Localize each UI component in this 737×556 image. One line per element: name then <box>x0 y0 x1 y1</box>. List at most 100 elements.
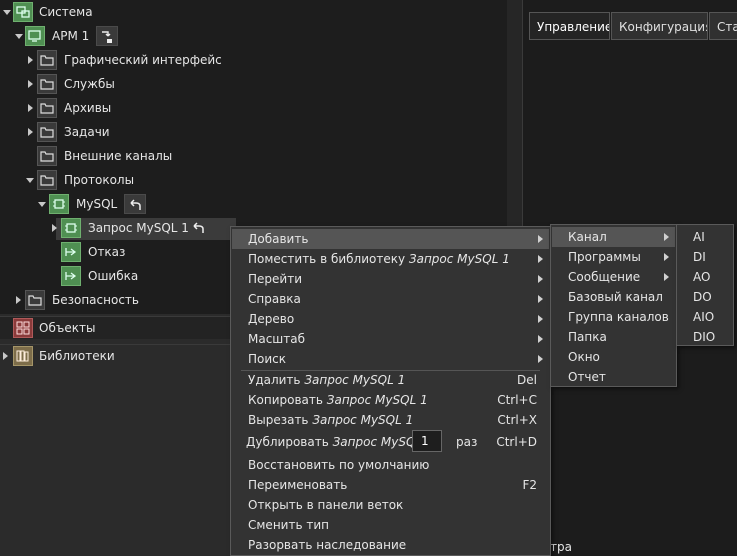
tab-configuration[interactable]: Конфигурация <box>611 12 708 40</box>
menu-item-channel[interactable]: Канал <box>552 227 675 247</box>
menu-item-scale[interactable]: Масштаб <box>232 329 549 349</box>
expand-arrow-icon[interactable] <box>15 34 23 39</box>
undo-arrow-icon[interactable] <box>124 194 146 214</box>
tree-node-system[interactable]: Система <box>0 1 200 23</box>
link-action-icon[interactable] <box>96 26 118 46</box>
menu-item-report[interactable]: Отчет <box>552 367 675 387</box>
tree-node-mysql[interactable]: MySQL <box>0 193 200 215</box>
menu-item-object-name: Запрос MySQL 1 <box>304 373 406 387</box>
menu-item-add[interactable]: Добавить <box>232 229 549 249</box>
libraries-icon <box>13 346 33 366</box>
submenu-arrow-icon <box>538 335 543 343</box>
menu-item-duplicate[interactable]: Дублировать Запрос MySQL 1 1 раз Ctrl+D <box>232 430 549 452</box>
tree-label: Запрос MySQL 1 <box>88 221 189 235</box>
objects-icon <box>13 318 33 338</box>
menu-label: Сменить тип <box>248 518 329 532</box>
menu-item-dio[interactable]: DIO <box>678 327 732 347</box>
menu-item-search[interactable]: Поиск <box>232 349 549 369</box>
menu-item-rename[interactable]: Переименовать F2 <box>232 475 549 495</box>
menu-item-help[interactable]: Справка <box>232 289 549 309</box>
menu-item-change-type[interactable]: Сменить тип <box>232 515 549 535</box>
menu-label: Программы <box>568 250 641 264</box>
menu-label: DO <box>693 290 712 304</box>
folder-icon <box>37 146 57 166</box>
expand-arrow-icon[interactable] <box>28 80 33 88</box>
menu-item-window[interactable]: Окно <box>552 347 675 367</box>
menu-item-channel-group[interactable]: Группа каналов <box>552 307 675 327</box>
menu-item-cut[interactable]: Вырезать Запрос MySQL 1 Ctrl+X <box>232 410 549 430</box>
menu-item-object-name: Запрос MySQL 1 <box>312 413 414 427</box>
tree-node-tasks[interactable]: Задачи <box>0 121 200 143</box>
menu-label: Папка <box>568 330 607 344</box>
expand-arrow-icon[interactable] <box>52 224 57 232</box>
menu-shortcut: F2 <box>522 478 537 492</box>
expand-arrow-icon[interactable] <box>26 178 34 183</box>
tab-statistics[interactable]: Стат <box>709 12 737 40</box>
menu-item-tree[interactable]: Дерево <box>232 309 549 329</box>
expand-arrow-icon[interactable] <box>3 352 8 360</box>
menu-shortcut: Ctrl+C <box>497 393 537 407</box>
tree-node-arm[interactable]: АРМ 1 <box>0 25 200 47</box>
tree-node-error[interactable]: Ошибка <box>0 265 200 287</box>
submenu-arrow-icon <box>664 273 669 281</box>
tree-node-services[interactable]: Службы <box>0 73 200 95</box>
tab-control[interactable]: Управление <box>529 12 610 40</box>
expand-arrow-icon[interactable] <box>3 10 11 15</box>
folder-icon <box>37 122 57 142</box>
expand-arrow-icon[interactable] <box>28 104 33 112</box>
tree-label: Ошибка <box>88 269 139 283</box>
tree-label: Отказ <box>88 245 126 259</box>
bottom-panel-label: тра <box>550 539 737 556</box>
expand-arrow-icon[interactable] <box>28 56 33 64</box>
menu-item-open-in-branch-panel[interactable]: Открыть в панели веток <box>232 495 549 515</box>
folder-icon <box>37 98 57 118</box>
menu-item-do[interactable]: DO <box>678 287 732 307</box>
tree-label: Протоколы <box>64 173 135 187</box>
submenu-arrow-icon <box>538 235 543 243</box>
tree-node-archives[interactable]: Архивы <box>0 97 200 119</box>
tree-node-security[interactable]: Безопасность <box>0 289 200 311</box>
submenu-arrow-icon <box>538 315 543 323</box>
menu-shortcut: Ctrl+X <box>497 413 537 427</box>
duplicate-count-input[interactable]: 1 <box>412 430 442 452</box>
menu-label: Перейти <box>248 272 302 286</box>
context-menu: Добавить Поместить в библиотеку Запрос M… <box>230 226 551 556</box>
objects-label: Объекты <box>39 321 96 335</box>
tree-node-refuse[interactable]: Отказ <box>0 241 200 263</box>
tree-node-protocols[interactable]: Протоколы <box>0 169 200 191</box>
menu-item-delete[interactable]: Удалить Запрос MySQL 1 Del <box>232 370 549 390</box>
menu-label: Дублировать <box>246 435 333 449</box>
expand-arrow-icon[interactable] <box>16 296 21 304</box>
menu-label: Дерево <box>248 312 295 326</box>
menu-item-base-channel[interactable]: Базовый канал <box>552 287 675 307</box>
tree-node-gui[interactable]: Графический интерфейс <box>0 49 260 71</box>
menu-label: Открыть в панели веток <box>248 498 404 512</box>
menu-item-aio[interactable]: AIO <box>678 307 732 327</box>
menu-item-restore-default[interactable]: Восстановить по умолчанию <box>232 455 549 475</box>
menu-label: Удалить <box>248 373 305 387</box>
tree-node-external-channels[interactable]: Внешние каналы <box>0 145 200 167</box>
menu-item-add-to-library[interactable]: Поместить в библиотеку Запрос MySQL 1 <box>232 249 549 269</box>
expand-arrow-icon[interactable] <box>38 202 46 207</box>
menu-label: Поместить в библиотеку <box>248 252 409 266</box>
menu-item-di[interactable]: DI <box>678 247 732 267</box>
menu-label: Отчет <box>568 370 606 384</box>
menu-shortcut: Ctrl+D <box>496 435 537 449</box>
undo-arrow-icon[interactable] <box>188 218 210 238</box>
menu-item-ao[interactable]: AO <box>678 267 732 287</box>
menu-item-message[interactable]: Сообщение <box>552 267 675 287</box>
menu-item-programs[interactable]: Программы <box>552 247 675 267</box>
menu-item-folder[interactable]: Папка <box>552 327 675 347</box>
submenu-arrow-icon <box>538 255 543 263</box>
tree-label: Внешние каналы <box>64 149 173 163</box>
tree-node-query[interactable]: Запрос MySQL 1 <box>0 217 240 239</box>
libraries-label: Библиотеки <box>39 349 115 363</box>
expand-arrow-icon[interactable] <box>28 128 33 136</box>
menu-label: Поиск <box>248 352 287 366</box>
menu-item-ai[interactable]: AI <box>678 227 732 247</box>
menu-item-goto[interactable]: Перейти <box>232 269 549 289</box>
menu-label: DIO <box>693 330 716 344</box>
menu-item-break-inheritance[interactable]: Разорвать наследование <box>232 535 549 555</box>
menu-item-copy[interactable]: Копировать Запрос MySQL 1 Ctrl+C <box>232 390 549 410</box>
tree-label: Безопасность <box>52 293 139 307</box>
